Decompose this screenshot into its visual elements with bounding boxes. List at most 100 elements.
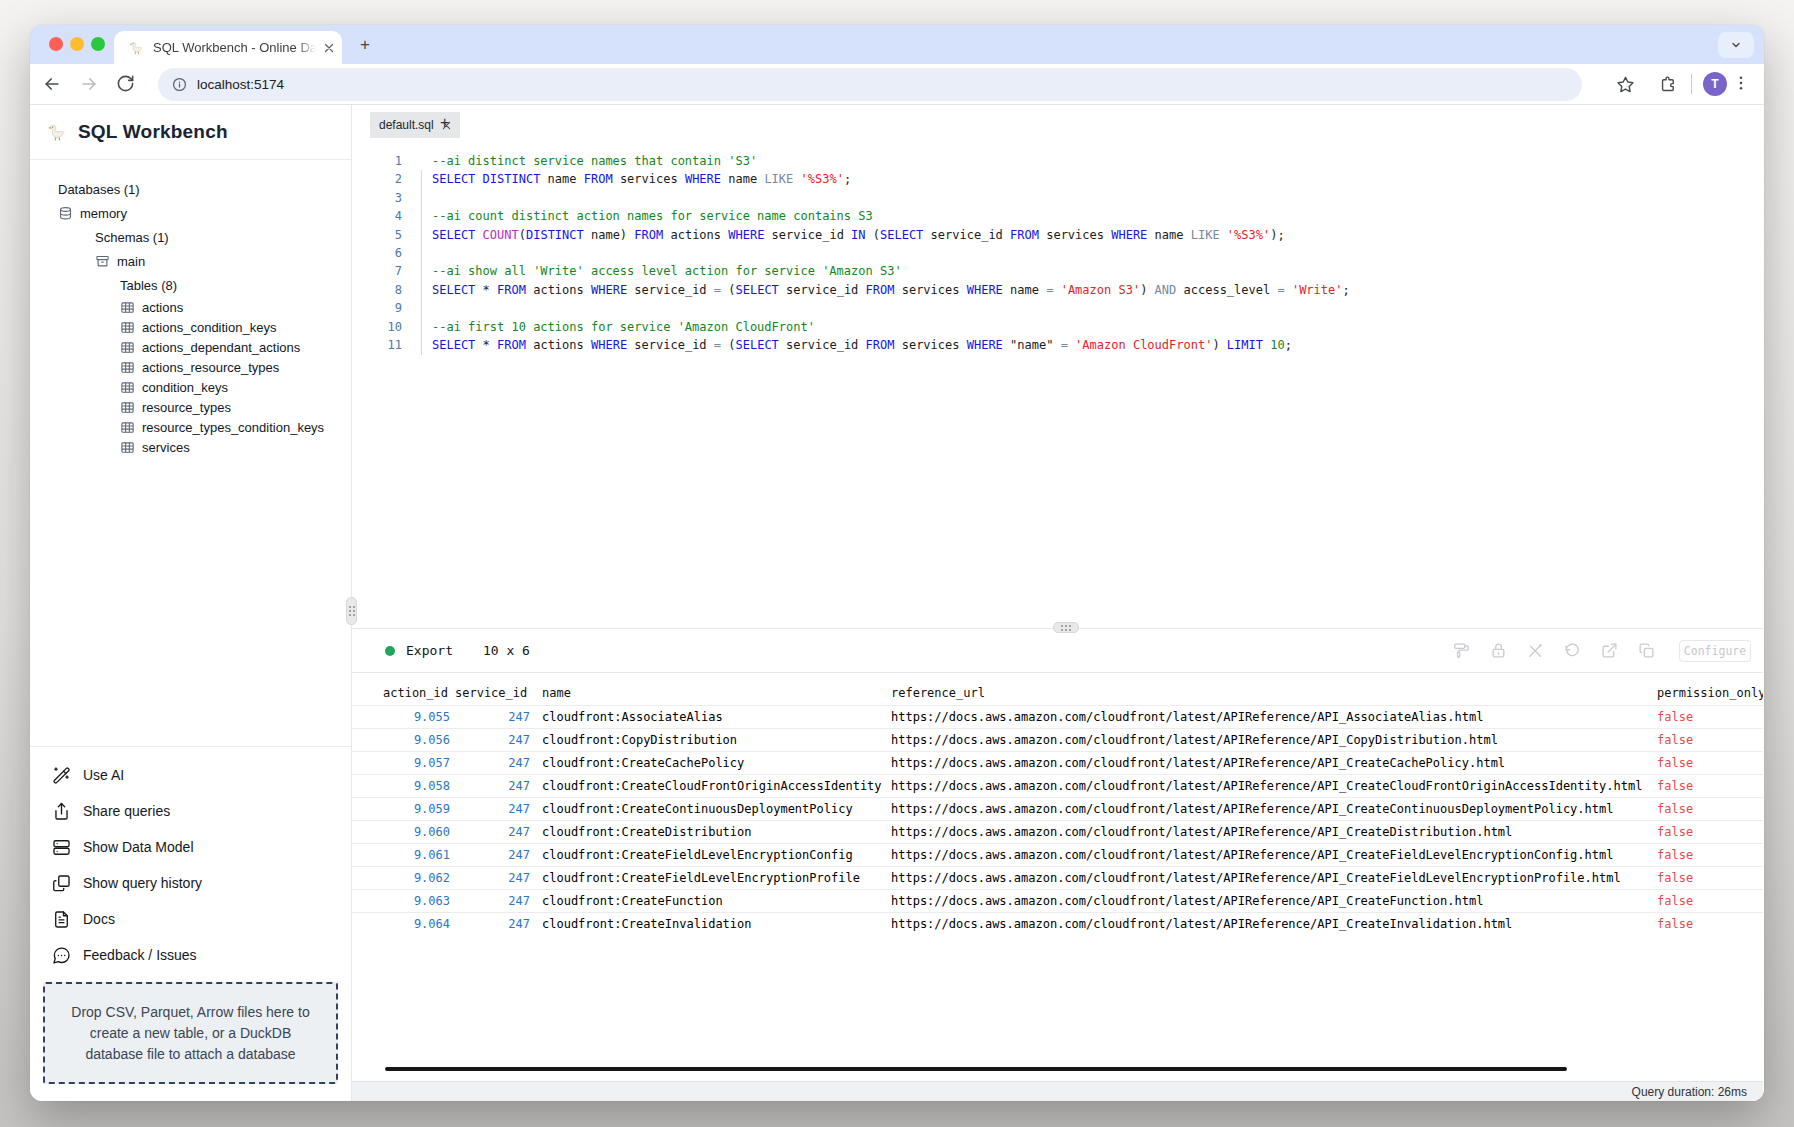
tree-table-actions_resource_types[interactable]: actions_resource_types	[30, 357, 351, 377]
column-header-permission_only[interactable]: permission_only	[1657, 686, 1763, 700]
cell: 9.061	[383, 848, 455, 862]
code-line-4: 4--ai count distinct action names for se…	[352, 207, 1350, 225]
profile-avatar[interactable]: T	[1703, 72, 1727, 96]
extensions-icon[interactable]	[1659, 75, 1678, 94]
cell: 247	[455, 848, 542, 862]
bookmark-star-icon[interactable]	[1616, 75, 1635, 94]
code-line-6: 6	[352, 244, 1350, 262]
cell: cloudfront:CopyDistribution	[542, 733, 891, 747]
export-button[interactable]: Export	[406, 643, 453, 658]
cell: false	[1657, 779, 1763, 793]
tree-database-memory[interactable]: memory	[30, 201, 351, 225]
column-header-reference_url[interactable]: reference_url	[891, 686, 1657, 700]
magic-wand-icon[interactable]	[1527, 642, 1544, 659]
menu-label: Show query history	[83, 875, 202, 891]
browser-new-tab-button[interactable]: +	[356, 36, 374, 54]
browser-menu-icon[interactable]	[1732, 74, 1750, 92]
lock-icon[interactable]	[1490, 642, 1507, 659]
cell: cloudfront:AssociateAlias	[542, 710, 891, 724]
tree-schema-main[interactable]: main	[30, 249, 351, 273]
menu-label: Share queries	[83, 803, 170, 819]
table-row[interactable]: 9.059247cloudfront:CreateContinuousDeplo…	[352, 797, 1763, 820]
database-icon	[58, 206, 73, 221]
sidebar-spacer	[30, 457, 351, 746]
column-header-action_id[interactable]: action_id	[383, 686, 455, 700]
external-link-icon[interactable]	[1601, 642, 1618, 659]
column-header-name[interactable]: name	[542, 686, 891, 700]
minimize-window-button[interactable]	[70, 37, 84, 51]
table-row[interactable]: 9.056247cloudfront:CopyDistributionhttps…	[352, 728, 1763, 751]
cell: cloudfront:CreateCachePolicy	[542, 756, 891, 770]
share-icon	[52, 802, 71, 821]
table-row[interactable]: 9.061247cloudfront:CreateFieldLevelEncry…	[352, 843, 1763, 866]
browser-tab-strip: SQL Workbench - Online Data +	[30, 25, 1764, 64]
menu-label: Docs	[83, 911, 115, 927]
configure-button[interactable]: Configure	[1679, 640, 1751, 662]
paint-roller-icon[interactable]	[1453, 642, 1470, 659]
results-panel: Export 10 x 6 Configure action_idservice…	[352, 628, 1763, 1101]
back-button[interactable]	[42, 74, 62, 94]
tree-table-resource_types[interactable]: resource_types	[30, 397, 351, 417]
close-window-button[interactable]	[49, 37, 63, 51]
cell: cloudfront:CreateContinuousDeploymentPol…	[542, 802, 891, 816]
tree-schemas-label: Schemas (1)	[30, 225, 351, 249]
tree-table-services[interactable]: services	[30, 437, 351, 457]
sql-workbench-app: SQL Workbench Databases (1) memory Schem…	[30, 105, 1764, 1101]
site-info-icon[interactable]	[172, 77, 187, 92]
dropzone-text: Drop CSV, Parquet, Arrow files here to c…	[65, 1002, 317, 1065]
file-dropzone[interactable]: Drop CSV, Parquet, Arrow files here to c…	[43, 982, 338, 1084]
code-line-3: 3	[352, 189, 1350, 207]
column-header-service_id[interactable]: service_id	[455, 686, 542, 700]
forward-button[interactable]	[79, 74, 99, 94]
table-row[interactable]: 9.055247cloudfront:AssociateAliashttps:/…	[352, 705, 1763, 728]
cell: 247	[455, 825, 542, 839]
menu-use-ai[interactable]: Use AI	[30, 757, 351, 793]
menu-docs[interactable]: Docs	[30, 901, 351, 937]
tree-table-condition_keys[interactable]: condition_keys	[30, 377, 351, 397]
tree-table-resource_types_condition_keys[interactable]: resource_types_condition_keys	[30, 417, 351, 437]
table-row[interactable]: 9.060247cloudfront:CreateDistributionhtt…	[352, 820, 1763, 843]
code-line-2: 2SELECT DISTINCT name FROM services WHER…	[352, 170, 1350, 188]
table-header-row: action_idservice_idnamereference_urlperm…	[352, 681, 1763, 705]
menu-show-data-model[interactable]: Show Data Model	[30, 829, 351, 865]
app-title: SQL Workbench	[78, 121, 228, 143]
tree-table-actions[interactable]: actions	[30, 297, 351, 317]
browser-tab[interactable]: SQL Workbench - Online Data	[114, 31, 342, 64]
tab-search-chevron-button[interactable]	[1718, 32, 1754, 58]
wand-icon	[52, 766, 71, 785]
maximize-window-button[interactable]	[91, 37, 105, 51]
docs-icon	[52, 910, 71, 929]
table-name: actions_dependant_actions	[142, 340, 300, 355]
tab-close-icon[interactable]	[324, 43, 334, 53]
tree-table-actions_condition_keys[interactable]: actions_condition_keys	[30, 317, 351, 337]
results-resize-handle[interactable]	[1053, 622, 1079, 633]
app-header: SQL Workbench	[30, 105, 351, 160]
sidebar-resize-handle[interactable]	[346, 597, 357, 625]
tree-table-actions_dependant_actions[interactable]: actions_dependant_actions	[30, 337, 351, 357]
table-row[interactable]: 9.063247cloudfront:CreateFunctionhttps:/…	[352, 889, 1763, 912]
editor-new-tab-button[interactable]: +	[440, 114, 449, 132]
table-row[interactable]: 9.057247cloudfront:CreateCachePolicyhttp…	[352, 751, 1763, 774]
menu-share-queries[interactable]: Share queries	[30, 793, 351, 829]
line-number: 8	[352, 281, 402, 299]
address-bar[interactable]: localhost:5174	[158, 68, 1582, 101]
line-number: 6	[352, 244, 402, 262]
sidebar: SQL Workbench Databases (1) memory Schem…	[30, 105, 352, 1101]
table-row[interactable]: 9.064247cloudfront:CreateInvalidationhtt…	[352, 912, 1763, 935]
table-row[interactable]: 9.058247cloudfront:CreateCloudFrontOrigi…	[352, 774, 1763, 797]
result-dimensions: 10 x 6	[483, 643, 530, 658]
line-number: 4	[352, 207, 402, 225]
horizontal-scrollbar[interactable]	[385, 1067, 1567, 1071]
menu-show-query-history[interactable]: Show query history	[30, 865, 351, 901]
reload-button[interactable]	[116, 74, 136, 94]
copy-icon[interactable]	[1638, 642, 1655, 659]
sql-editor[interactable]: 1--ai distinct service names that contai…	[352, 138, 1763, 628]
menu-feedback-issues[interactable]: Feedback / Issues	[30, 937, 351, 973]
cell: false	[1657, 756, 1763, 770]
cell: https://docs.aws.amazon.com/cloudfront/l…	[891, 733, 1657, 747]
rotate-ccw-icon[interactable]	[1564, 642, 1581, 659]
code-line-7: 7--ai show all 'Write' access level acti…	[352, 262, 1350, 280]
table-row[interactable]: 9.062247cloudfront:CreateFieldLevelEncry…	[352, 866, 1763, 889]
cell: https://docs.aws.amazon.com/cloudfront/l…	[891, 917, 1657, 931]
cell: https://docs.aws.amazon.com/cloudfront/l…	[891, 756, 1657, 770]
